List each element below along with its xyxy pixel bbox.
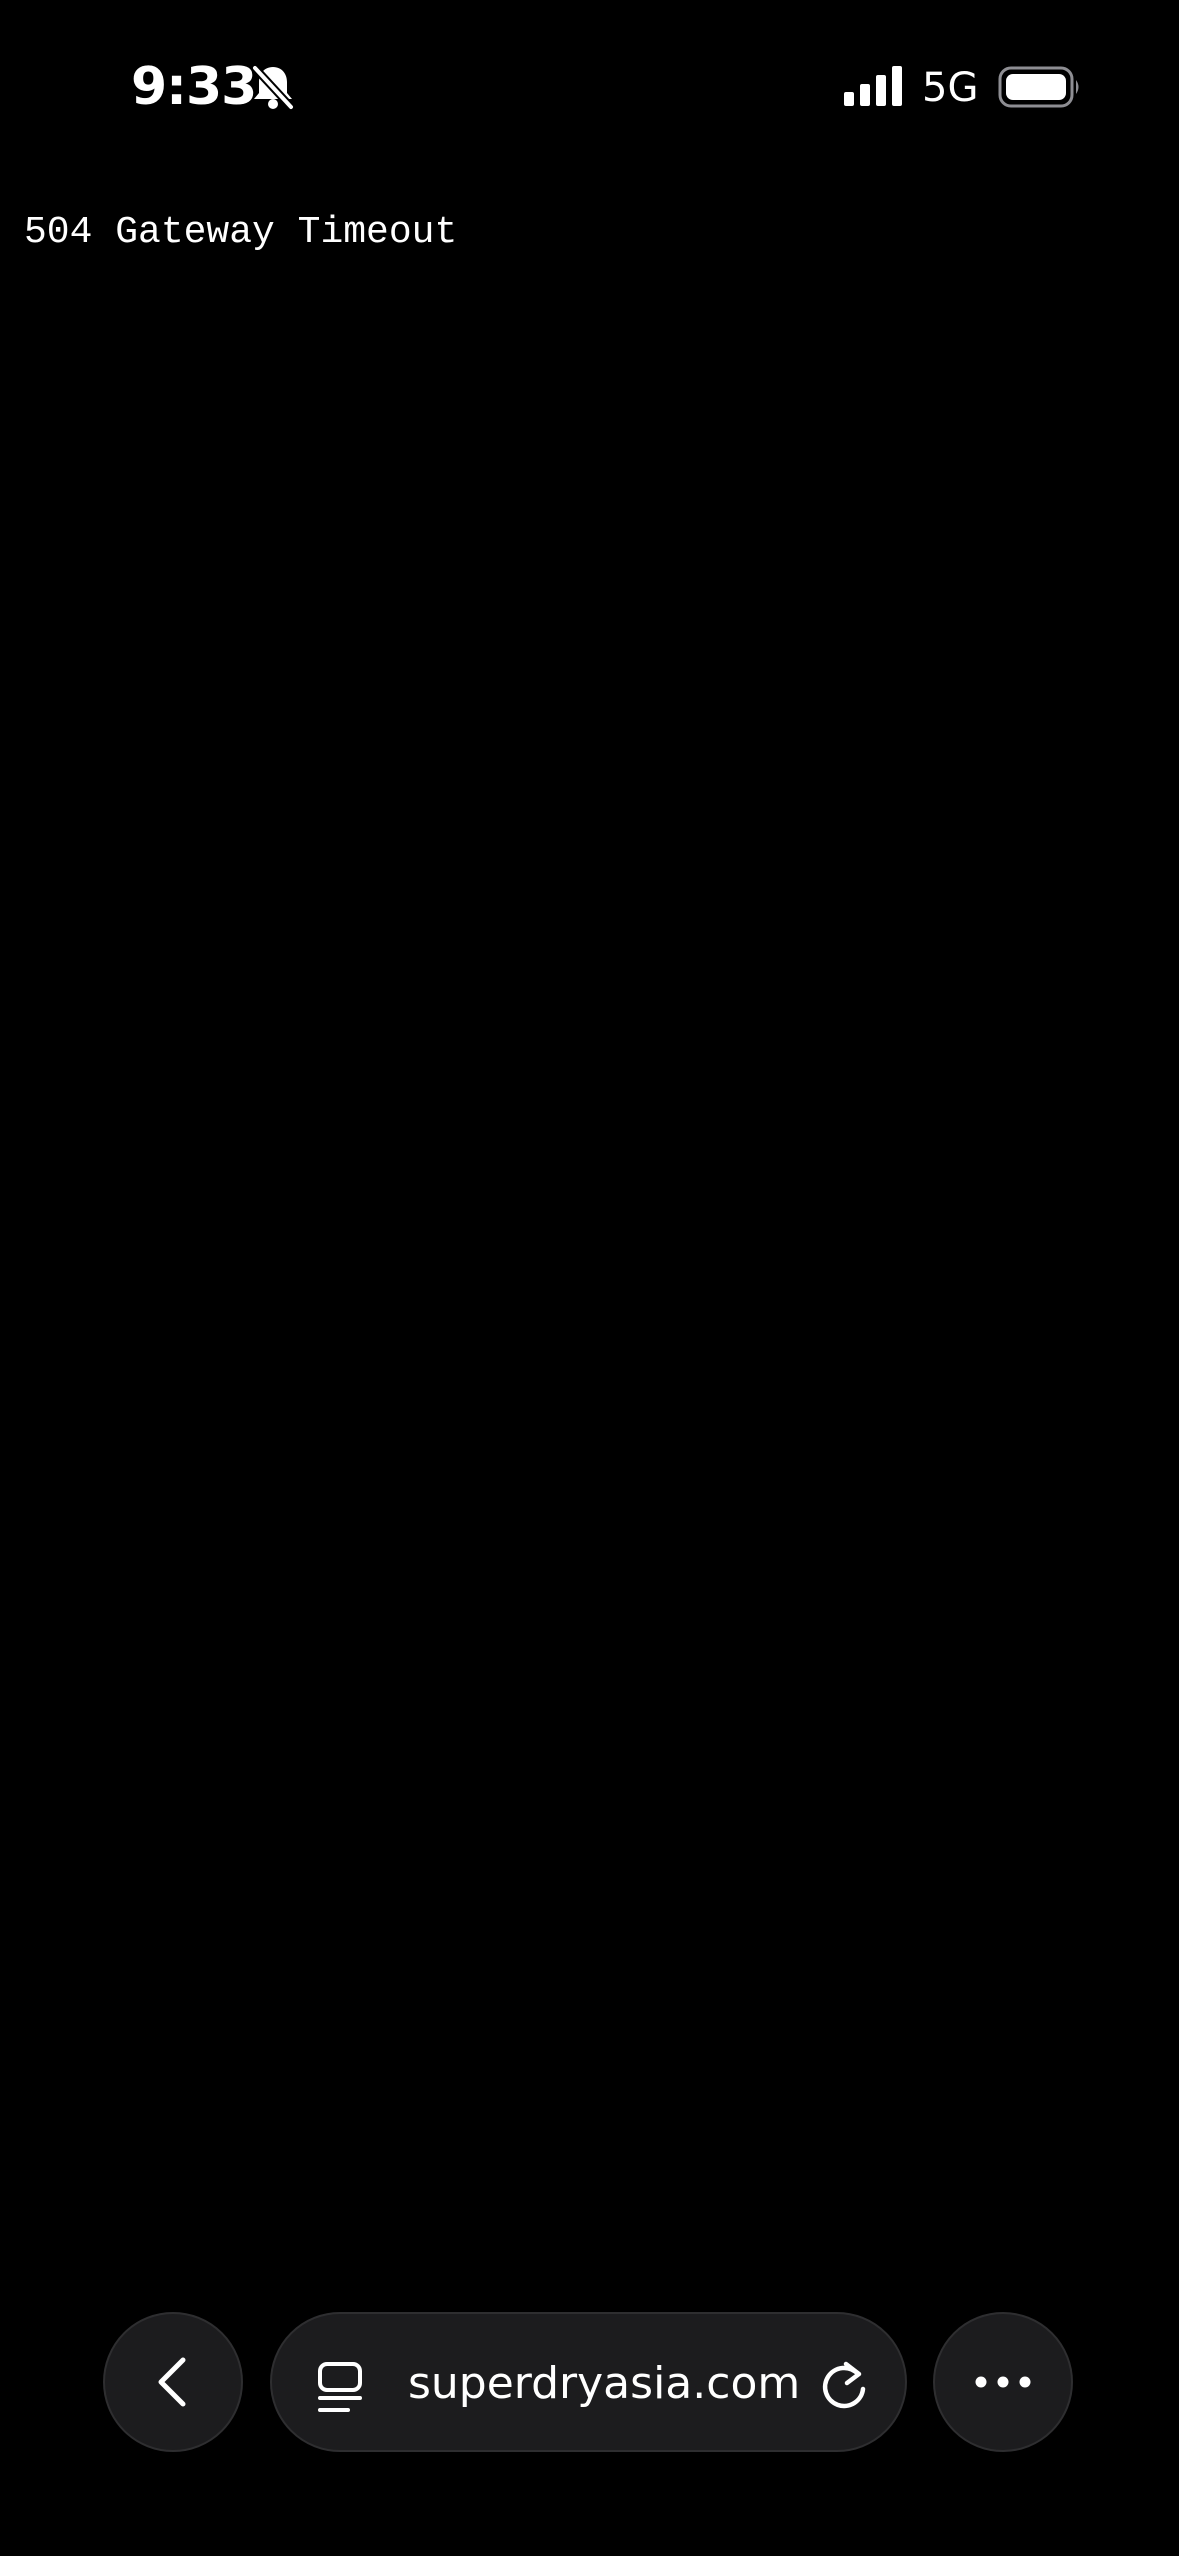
network-type-label: 5G	[922, 65, 979, 111]
address-bar[interactable]: superdryasia.com	[270, 2312, 907, 2452]
signal-icon	[844, 66, 902, 106]
reload-icon[interactable]	[818, 2358, 870, 2414]
back-button[interactable]	[103, 2312, 243, 2452]
tab-overview-icon[interactable]	[316, 2362, 364, 2414]
error-message: 504 Gateway Timeout	[24, 211, 458, 254]
status-time: 9:33	[131, 57, 257, 117]
chevron-left-icon	[158, 2357, 186, 2407]
bell-slash-icon	[251, 64, 295, 111]
url-text[interactable]: superdryasia.com	[408, 2358, 800, 2410]
more-icon	[975, 2376, 1031, 2388]
battery-icon	[998, 66, 1079, 108]
more-button[interactable]	[933, 2312, 1073, 2452]
browser-toolbar: superdryasia.com	[0, 2300, 1179, 2460]
status-bar: 9:33 5G	[0, 0, 1179, 150]
